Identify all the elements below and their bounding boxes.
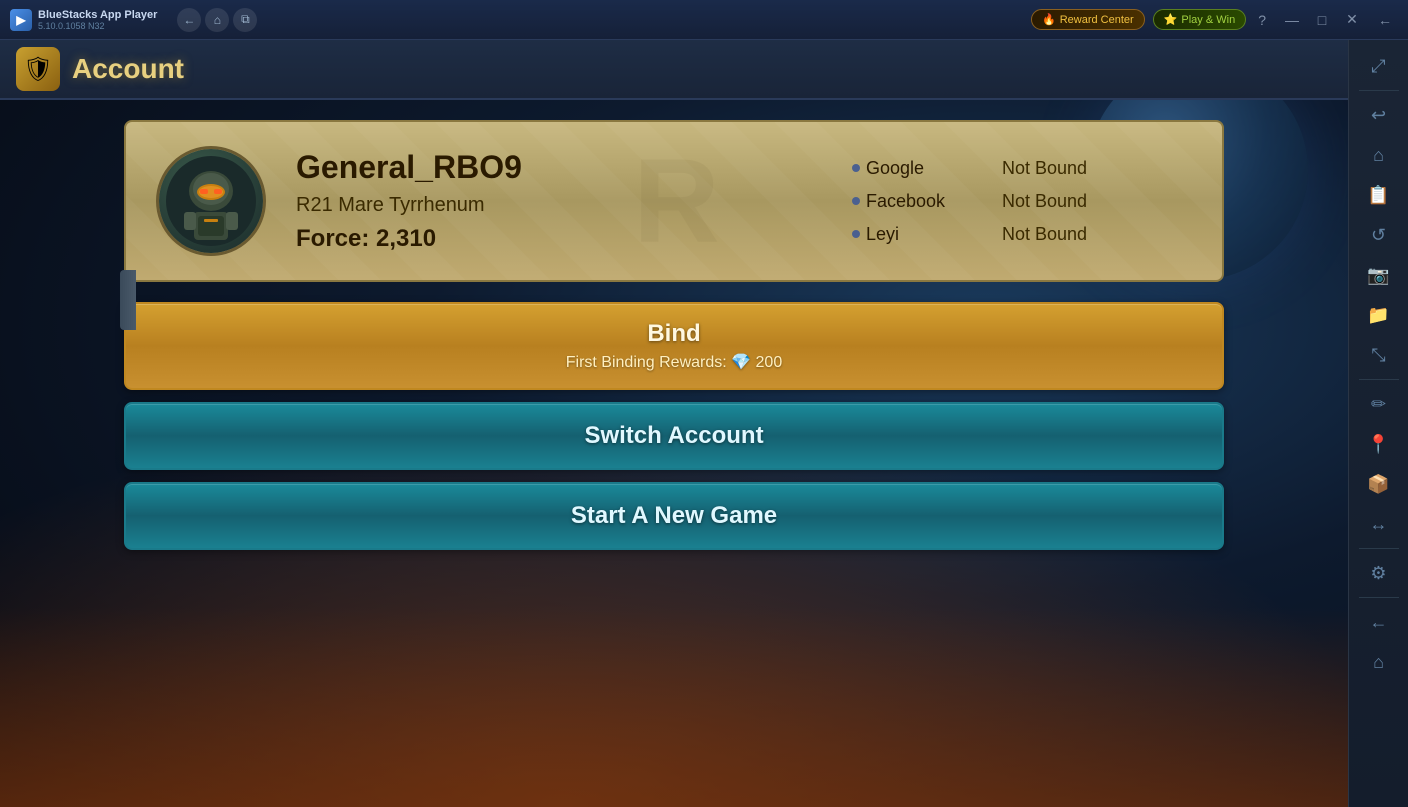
buttons-section: Bind First Binding Rewards: 💎 200 Switch… bbox=[124, 302, 1224, 550]
google-platform: Google bbox=[852, 158, 982, 179]
maximize-btn[interactable]: □ bbox=[1308, 6, 1336, 34]
bind-amount: 200 bbox=[756, 354, 783, 371]
reward-center-btn[interactable]: 🔥 Reward Center bbox=[1031, 9, 1145, 30]
google-status: Not Bound bbox=[1002, 158, 1087, 179]
bindings-section: Google Not Bound Facebook Not Bound Leyi… bbox=[852, 158, 1192, 245]
switch-account-label: Switch Account bbox=[584, 422, 763, 450]
app-name: BlueStacks App Player bbox=[38, 9, 157, 21]
main-content: R bbox=[0, 100, 1348, 807]
app-logo: ▶ BlueStacks App Player 5.10.0.1058 N32 bbox=[0, 9, 167, 31]
player-info: General_RBO9 R21 Mare Tyrrhenum Force: 2… bbox=[296, 149, 822, 253]
sidebar-clipboard-icon[interactable]: 📋 bbox=[1361, 177, 1397, 213]
left-tab bbox=[120, 270, 136, 330]
minimize-btn[interactable]: — bbox=[1278, 6, 1306, 34]
google-dot bbox=[852, 164, 860, 172]
player-force: Force: 2,310 bbox=[296, 225, 822, 253]
sidebar-expand-icon[interactable]: ⤢ bbox=[1361, 48, 1397, 84]
nav-back-btn[interactable]: ← bbox=[177, 8, 201, 32]
facebook-platform: Facebook bbox=[852, 191, 982, 212]
nav-home-btn[interactable]: ⌂ bbox=[205, 8, 229, 32]
nav-windows-btn[interactable]: ⧉ bbox=[233, 8, 257, 32]
sidebar-edit-icon[interactable]: ✏ bbox=[1361, 386, 1397, 422]
reward-center-label: Reward Center bbox=[1060, 14, 1134, 26]
force-value: 2,310 bbox=[376, 225, 436, 252]
leyi-dot bbox=[852, 230, 860, 238]
close-window-btn[interactable]: ✕ bbox=[1338, 6, 1366, 34]
back-arrow-btn[interactable]: ← bbox=[1374, 10, 1396, 30]
sidebar-divider-4 bbox=[1359, 597, 1399, 598]
account-icon: 🛡 bbox=[16, 47, 60, 91]
bind-sub-label: First Binding Rewards: 💎 200 bbox=[566, 352, 782, 372]
force-label: Force: bbox=[296, 225, 369, 252]
avatar-inner bbox=[159, 149, 263, 253]
facebook-label: Facebook bbox=[866, 191, 945, 212]
play-win-label: Play & Win bbox=[1181, 14, 1235, 26]
avatar bbox=[156, 146, 266, 256]
right-sidebar: ⤢ ↩ ⌂ 📋 ↺ 📷 📁 ⤡ ✏ 📍 📦 ↔ ⚙ ← ⌂ bbox=[1348, 40, 1408, 807]
gem-icon: 💎 bbox=[731, 354, 755, 371]
google-label: Google bbox=[866, 158, 924, 179]
sidebar-resize-icon[interactable]: ⤡ bbox=[1361, 337, 1397, 373]
play-win-btn[interactable]: ⭐ Play & Win bbox=[1153, 9, 1247, 30]
bind-sub-text: First Binding Rewards: bbox=[566, 354, 727, 371]
leyi-label: Leyi bbox=[866, 224, 899, 245]
leyi-status: Not Bound bbox=[1002, 224, 1087, 245]
leyi-platform: Leyi bbox=[852, 224, 982, 245]
help-btn[interactable]: ? bbox=[1254, 10, 1270, 30]
sidebar-home-icon[interactable]: ⌂ bbox=[1361, 137, 1397, 173]
app-logo-icon: ▶ bbox=[10, 9, 32, 31]
app-version: 5.10.0.1058 N32 bbox=[38, 21, 157, 31]
switch-account-button[interactable]: Switch Account bbox=[124, 402, 1224, 470]
player-name: General_RBO9 bbox=[296, 149, 822, 186]
player-server: R21 Mare Tyrrhenum bbox=[296, 194, 822, 217]
avatar-svg bbox=[166, 156, 256, 246]
sidebar-back-icon[interactable]: ↩ bbox=[1361, 97, 1397, 133]
fire-icon: 🔥 bbox=[1042, 13, 1056, 26]
account-header: 🛡 Account ✕ bbox=[0, 40, 1408, 100]
facebook-binding-row: Facebook Not Bound bbox=[852, 191, 1192, 212]
titlebar-nav: ← ⌂ ⧉ bbox=[167, 8, 267, 32]
sidebar-divider-1 bbox=[1359, 90, 1399, 91]
start-new-game-label: Start A New Game bbox=[571, 502, 777, 530]
sidebar-back2-icon[interactable]: ← bbox=[1361, 604, 1397, 640]
bind-button[interactable]: Bind First Binding Rewards: 💎 200 bbox=[124, 302, 1224, 390]
sidebar-folder-icon[interactable]: 📁 bbox=[1361, 297, 1397, 333]
sidebar-camera-icon[interactable]: 📷 bbox=[1361, 257, 1397, 293]
sidebar-refresh-icon[interactable]: ↺ bbox=[1361, 217, 1397, 253]
facebook-status: Not Bound bbox=[1002, 191, 1087, 212]
sidebar-layers-icon[interactable]: 📦 bbox=[1361, 466, 1397, 502]
titlebar-right: 🔥 Reward Center ⭐ Play & Win ? — □ ✕ ← bbox=[1019, 6, 1408, 34]
google-binding-row: Google Not Bound bbox=[852, 158, 1192, 179]
sidebar-divider-3 bbox=[1359, 548, 1399, 549]
page-title: Account bbox=[72, 53, 184, 85]
sidebar-divider-2 bbox=[1359, 379, 1399, 380]
leyi-binding-row: Leyi Not Bound bbox=[852, 224, 1192, 245]
sidebar-location-icon[interactable]: 📍 bbox=[1361, 426, 1397, 462]
start-new-game-button[interactable]: Start A New Game bbox=[124, 482, 1224, 550]
sidebar-swap-icon[interactable]: ↔ bbox=[1361, 506, 1397, 542]
win-controls: — □ ✕ bbox=[1278, 6, 1366, 34]
bind-main-label: Bind bbox=[647, 320, 700, 348]
account-card: R bbox=[124, 120, 1224, 282]
star-icon: ⭐ bbox=[1164, 13, 1178, 26]
facebook-dot bbox=[852, 197, 860, 205]
shield-icon: 🛡 bbox=[23, 55, 53, 84]
titlebar: ▶ BlueStacks App Player 5.10.0.1058 N32 … bbox=[0, 0, 1408, 40]
sidebar-home2-icon[interactable]: ⌂ bbox=[1361, 644, 1397, 680]
sidebar-settings-icon[interactable]: ⚙ bbox=[1361, 555, 1397, 591]
